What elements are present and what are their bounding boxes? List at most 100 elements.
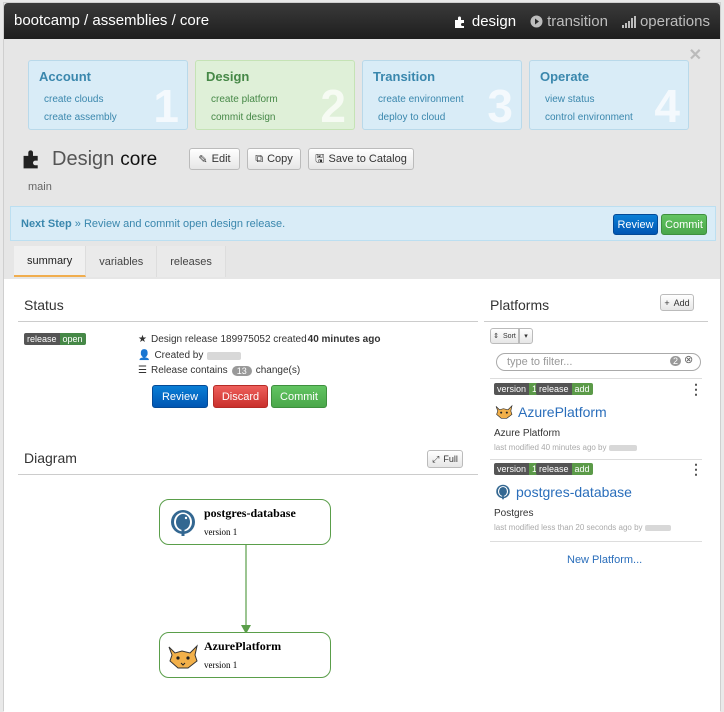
divider — [18, 321, 478, 322]
star-icon: ★ — [138, 334, 147, 345]
platform-meta-text: last modified 40 minutes ago by — [494, 443, 607, 452]
version-label: version — [494, 463, 530, 475]
step-link-create-clouds[interactable]: create clouds — [44, 94, 103, 105]
edit-button[interactable]: ✎ Edit — [189, 148, 240, 170]
tomcat-icon — [168, 644, 198, 669]
node-name: postgres-database — [204, 506, 296, 520]
step-number: 4 — [654, 80, 680, 130]
redacted-user — [608, 444, 637, 451]
sort-dropdown-button[interactable]: ▾ — [519, 328, 533, 344]
copy-button[interactable]: ⧉ Copy — [247, 148, 301, 170]
version-badge: version 1 — [494, 463, 541, 475]
page-title-label: Design — [52, 148, 115, 170]
step-title: Transition — [373, 69, 436, 84]
release-info: ★ Design release 189975052 created 40 mi… — [138, 334, 380, 345]
sort-label: Sort — [503, 332, 516, 340]
divider — [484, 321, 708, 322]
nav-operations-label: operations — [639, 13, 710, 30]
puzzle-icon — [454, 16, 464, 28]
tab-summary[interactable]: summary — [14, 246, 87, 277]
full-button[interactable]: ⤢ Full — [427, 450, 463, 468]
changes-count: 13 — [231, 365, 252, 376]
step-number: 1 — [153, 80, 179, 130]
review-button[interactable]: Review — [613, 214, 658, 235]
next-step-message: » Review and commit open design release. — [71, 218, 286, 230]
step-number: 3 — [487, 80, 513, 130]
changes-info: ☰ Release contains 13 change(s) — [138, 365, 300, 376]
diagram-node-postgres[interactable]: postgres-database version 1 — [159, 499, 331, 545]
full-label: Full — [443, 454, 458, 464]
platform-link-postgres-database[interactable]: postgres-database — [494, 483, 632, 501]
status-badge: release open — [24, 333, 86, 345]
release-badge: release add — [536, 383, 593, 395]
dependency-edge — [241, 545, 251, 634]
diagram-title: Diagram — [24, 450, 77, 466]
save-to-catalog-button[interactable]: 🖫 Save to Catalog — [308, 148, 414, 170]
step-link-view-status[interactable]: view status — [545, 94, 594, 105]
release-created-text: Design release 189975052 created — [150, 334, 307, 345]
platform-description: Postgres — [494, 508, 534, 519]
step-transition: Transition create environment deploy to … — [362, 60, 522, 130]
divider — [18, 474, 478, 475]
step-link-deploy-to-cloud[interactable]: deploy to cloud — [378, 112, 445, 123]
contains-text: Release contains — [150, 365, 228, 376]
sort-button[interactable]: ⇕ Sort — [490, 328, 519, 344]
created-by-text: Created by — [154, 350, 204, 361]
step-link-create-assembly[interactable]: create assembly — [44, 112, 117, 123]
node-version: version 1 — [204, 527, 238, 537]
platform-meta: last modified less than 20 seconds ago b… — [494, 523, 671, 532]
nav-transition-label: transition — [547, 13, 608, 30]
step-title: Account — [39, 69, 91, 84]
breadcrumb[interactable]: bootcamp / assemblies / core — [14, 12, 209, 29]
more-options-icon[interactable]: ⋮ — [689, 381, 703, 398]
divider — [490, 378, 702, 379]
release-created-time: 40 minutes ago — [307, 334, 381, 345]
divider — [490, 541, 702, 542]
puzzle-icon — [23, 150, 38, 169]
nav-operations[interactable]: operations — [621, 13, 710, 30]
edit-icon: ✎ — [198, 153, 208, 166]
created-by-info: 👤 Created by — [138, 350, 242, 361]
clear-filter-icon[interactable]: ⊗ — [684, 353, 693, 366]
next-step-text: Next Step » Review and commit open desig… — [21, 218, 285, 230]
platform-name: postgres-database — [516, 484, 632, 500]
play-icon — [530, 15, 543, 28]
top-navbar: bootcamp / assemblies / core design tran… — [4, 3, 720, 39]
more-options-icon[interactable]: ⋮ — [689, 461, 703, 478]
step-link-control-environment[interactable]: control environment — [545, 112, 633, 123]
nav-transition[interactable]: transition — [530, 13, 608, 30]
step-link-commit-design[interactable]: commit design — [211, 112, 275, 123]
release-label: release — [536, 463, 572, 475]
step-link-create-platform[interactable]: create platform — [211, 94, 278, 105]
step-design: Design create platform commit design 2 — [195, 60, 355, 130]
design-subtitle: main — [28, 181, 52, 193]
close-icon[interactable]: ✕ — [689, 45, 702, 65]
tab-variables[interactable]: variables — [86, 246, 158, 277]
tab-releases[interactable]: releases — [157, 246, 226, 277]
open-label: open — [59, 333, 86, 345]
release-label: release — [536, 383, 572, 395]
signal-icon — [621, 15, 636, 28]
step-link-create-environment[interactable]: create environment — [378, 94, 464, 105]
nav-design[interactable]: design — [454, 13, 516, 30]
add-label: Add — [673, 297, 690, 308]
save-label: Save to Catalog — [328, 153, 407, 165]
redacted-user — [644, 524, 671, 531]
diagram-node-azureplatform[interactable]: AzurePlatform version 1 — [159, 632, 331, 678]
commit-button[interactable]: Commit — [661, 214, 707, 235]
status-commit-button[interactable]: Commit — [271, 385, 327, 408]
step-title: Operate — [540, 69, 590, 84]
platform-meta: last modified 40 minutes ago by — [494, 443, 637, 452]
platform-name: AzurePlatform — [518, 403, 607, 420]
list-icon: ☰ — [138, 365, 147, 376]
postgres-elephant-icon — [171, 510, 195, 536]
platform-link-azureplatform[interactable]: AzurePlatform — [494, 403, 607, 420]
status-review-button[interactable]: Review — [152, 385, 208, 408]
redacted-user — [207, 351, 242, 360]
add-platform-button[interactable]: + Add — [660, 294, 694, 311]
discard-button[interactable]: Discard — [213, 385, 268, 408]
new-platform-link[interactable]: New Platform... — [567, 554, 642, 566]
step-account: Account create clouds create assembly 1 — [28, 60, 188, 130]
edit-label: Edit — [211, 153, 231, 165]
app-window: bootcamp / assemblies / core design tran… — [3, 2, 721, 712]
